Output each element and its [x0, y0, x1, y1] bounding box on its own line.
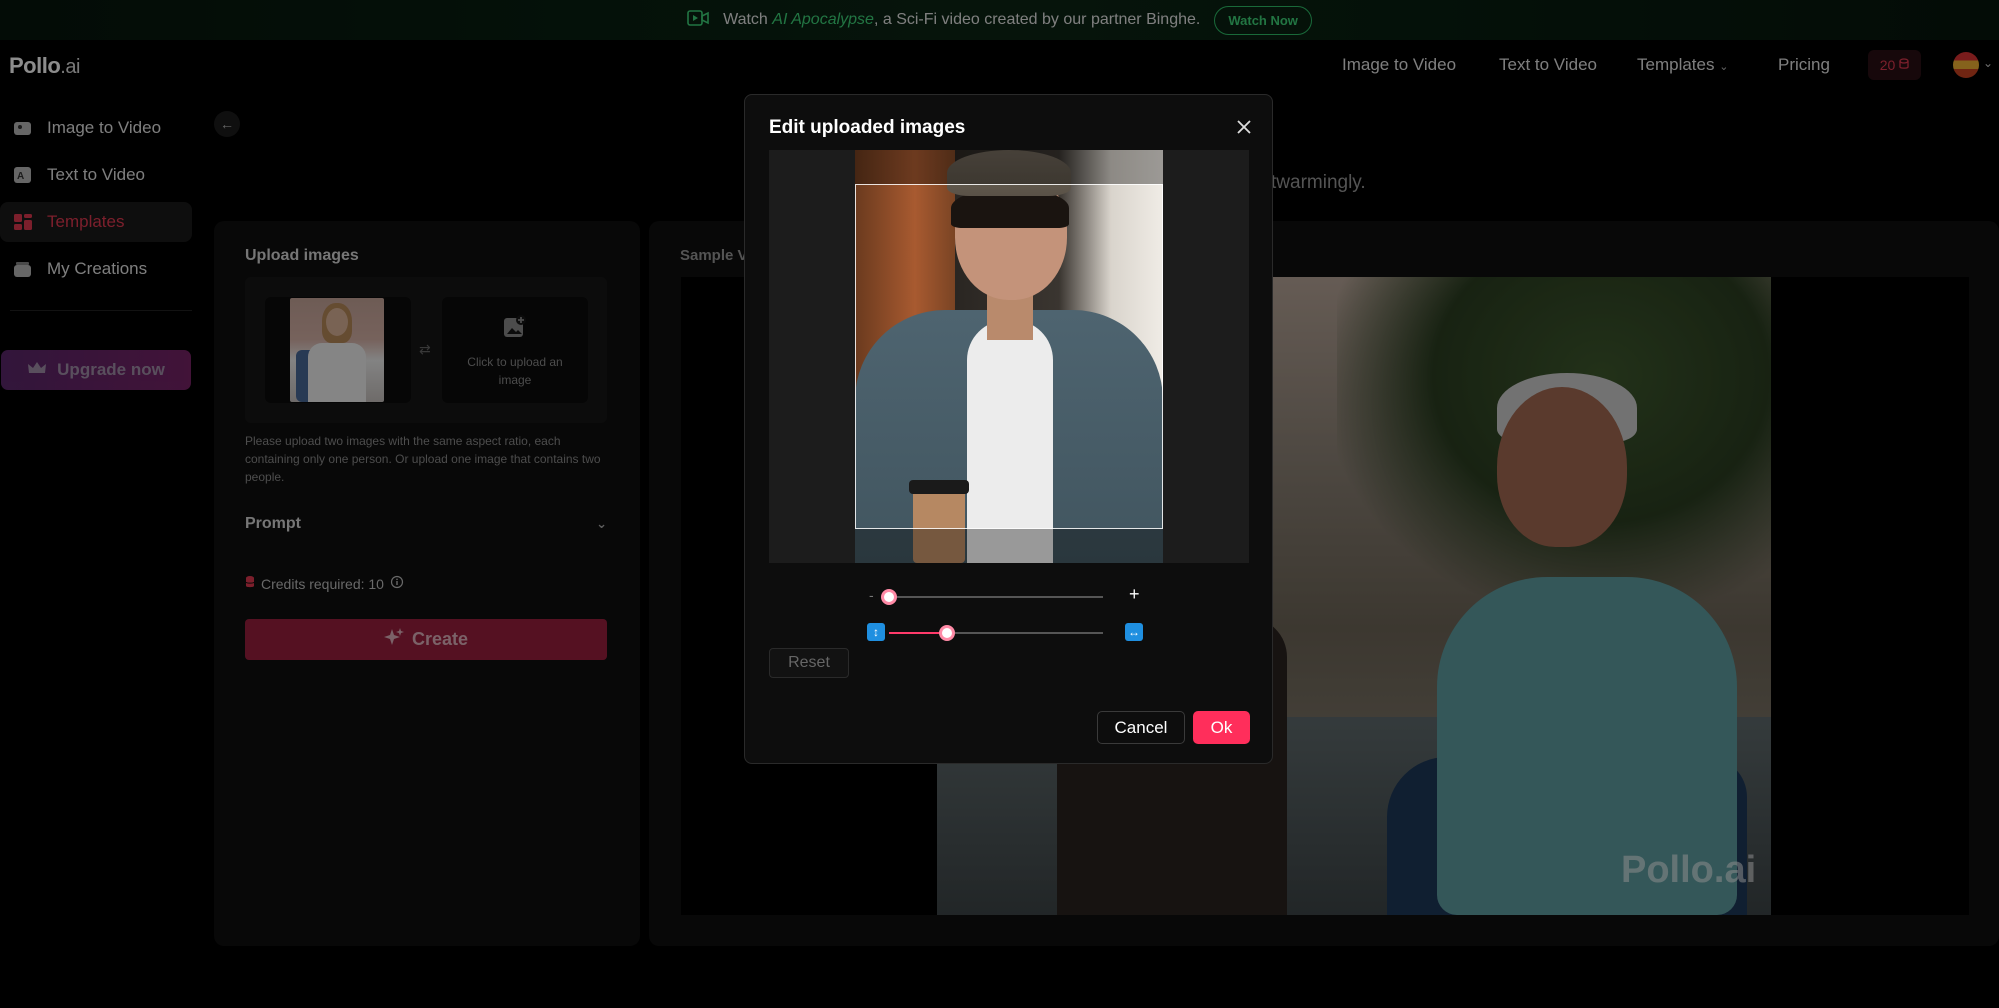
close-icon[interactable]	[1232, 115, 1256, 139]
zoom-slider[interactable]: - +	[869, 584, 1151, 607]
zoom-track[interactable]	[881, 589, 1103, 605]
aspect-slider[interactable]: ↕ ↔	[867, 623, 1151, 643]
dialog-title: Edit uploaded images	[769, 117, 966, 138]
horizontal-stretch-icon[interactable]: ↔	[1125, 623, 1143, 641]
zoom-handle[interactable]	[881, 589, 897, 605]
cancel-button[interactable]: Cancel	[1097, 711, 1185, 744]
aspect-track[interactable]	[889, 625, 1103, 641]
vertical-stretch-icon[interactable]: ↕	[867, 623, 885, 641]
app-root: Watch AI Apocalypse, a Sci-Fi video crea…	[0, 0, 1999, 1008]
aspect-handle[interactable]	[938, 625, 955, 641]
reset-button[interactable]: Reset	[769, 648, 849, 678]
crop-frame[interactable]	[855, 184, 1163, 529]
ok-button[interactable]: Ok	[1193, 711, 1250, 744]
zoom-in-icon[interactable]: +	[1129, 584, 1140, 605]
zoom-out-icon[interactable]: -	[869, 587, 874, 603]
crop-area[interactable]	[769, 150, 1249, 563]
crop-mask-top	[855, 150, 1163, 184]
edit-images-dialog: Edit uploaded images - + ↕ ↔ Reset Cance…	[744, 94, 1273, 764]
crop-mask-bottom	[855, 529, 1163, 563]
